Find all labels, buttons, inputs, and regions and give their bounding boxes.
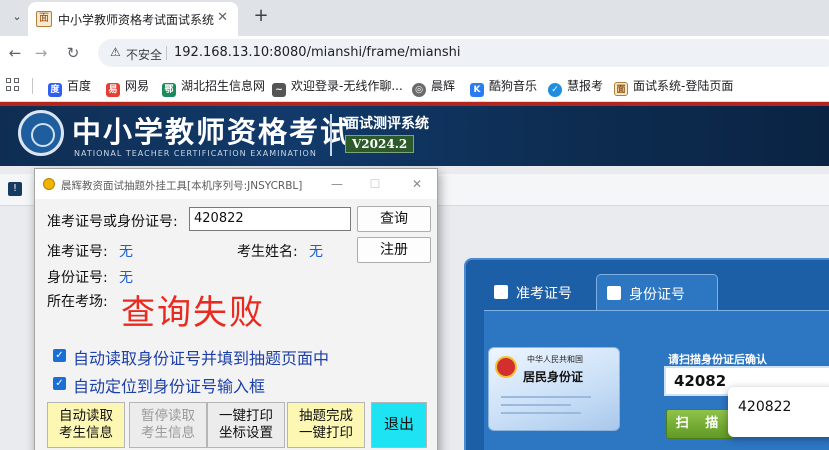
- tab-ticket-number[interactable]: 准考证号: [484, 274, 606, 310]
- banner-divider: [330, 114, 332, 156]
- register-button[interactable]: 注册: [357, 237, 431, 263]
- idcard-line: [501, 404, 571, 406]
- banner-title: 中小学教师资格考试: [72, 115, 352, 149]
- minimize-icon[interactable]: —: [327, 175, 347, 193]
- bookmark-kugou[interactable]: K 酷狗音乐: [470, 77, 537, 97]
- print-setup-button[interactable]: 一键打印 坐标设置: [207, 402, 285, 448]
- auto-fill-label: 自动读取身份证号并填到抽题页面中: [73, 349, 330, 368]
- tab-title: 中小学教师资格考试面试系统: [58, 13, 215, 27]
- dialog-titlebar[interactable]: 晨辉教资面试抽题外挂工具[本机序列号:JNSYCRBL] — ☐ ✕: [35, 169, 437, 199]
- tab-id-checkbox[interactable]: [607, 286, 621, 300]
- scan-hint: 请扫描身份证后确认: [668, 353, 767, 366]
- bookmark-hubei[interactable]: 鄂湖北招生信息网: [162, 77, 265, 97]
- query-label: 准考证号或身份证号:: [47, 214, 178, 230]
- id-card-illustration: 中华人民共和国 居民身份证: [488, 347, 620, 431]
- id-label: 身份证号:: [47, 270, 108, 286]
- back-icon[interactable]: ←: [4, 42, 26, 64]
- name-value: 无: [309, 244, 323, 260]
- app-logo-icon: [43, 178, 55, 190]
- checkbox-checked-icon[interactable]: ✓: [53, 377, 66, 390]
- new-tab-button[interactable]: +: [248, 4, 274, 30]
- exam-emblem-icon: [18, 110, 64, 156]
- idcard-country: 中华人民共和国: [527, 355, 583, 364]
- bookmarks-divider: [32, 78, 33, 94]
- auto-focus-label: 自动定位到身份证号输入框: [73, 377, 266, 396]
- bookmark-netease[interactable]: 易网易: [106, 77, 149, 97]
- ticket-label: 准考证号:: [47, 244, 108, 260]
- notice-icon: !: [8, 182, 22, 196]
- version-badge: V2024.2: [345, 135, 415, 153]
- checkbox-checked-icon[interactable]: ✓: [53, 349, 66, 362]
- bookmark-interview-login[interactable]: 面面试系统-登陆页面: [614, 77, 733, 96]
- tab-id-label: 身份证号: [629, 287, 685, 303]
- baidu-icon: 度: [48, 83, 62, 97]
- netease-icon: 易: [106, 83, 120, 97]
- tool-dialog: 晨辉教资面试抽题外挂工具[本机序列号:JNSYCRBL] — ☐ ✕ 准考证号或…: [34, 168, 438, 450]
- security-label[interactable]: 不安全: [126, 46, 162, 63]
- apps-grid-icon[interactable]: [6, 78, 20, 92]
- kugou-icon: K: [470, 83, 484, 97]
- banner-subtitle: NATIONAL TEACHER CERTIFICATION EXAMINATI…: [74, 149, 317, 158]
- warning-icon[interactable]: ⚠: [110, 45, 121, 59]
- scan-button[interactable]: 扫 描: [666, 409, 734, 439]
- bookmark-huibaokao[interactable]: ✓ 慧报考: [548, 77, 603, 97]
- browser-tab[interactable]: 面 中小学教师资格考试面试系统 ✕: [28, 2, 238, 36]
- status-message: 查询失败: [121, 293, 265, 333]
- tab-close-icon[interactable]: ✕: [217, 10, 228, 25]
- auto-fill-option[interactable]: ✓ 自动读取身份证号并填到抽题页面中: [53, 345, 393, 368]
- tab-search-icon[interactable]: ⌄: [6, 6, 28, 28]
- pause-read-button[interactable]: 暂停读取 考生信息: [129, 402, 207, 448]
- dialog-title: 晨辉教资面试抽题外挂工具[本机序列号:JNSYCRBL]: [61, 180, 303, 192]
- query-button[interactable]: 查询: [357, 206, 431, 232]
- browser-navbar: ← → ↻ ⚠ 不安全 192.168.13.10:8080/mianshi/f…: [0, 36, 829, 70]
- bookmark-baidu[interactable]: 度百度: [48, 77, 91, 97]
- idcard-title: 居民身份证: [523, 370, 584, 384]
- url-text[interactable]: 192.168.13.10:8080/mianshi/frame/mianshi: [174, 45, 460, 60]
- maximize-icon[interactable]: ☐: [365, 175, 385, 193]
- tab-favicon-icon: 面: [36, 11, 52, 27]
- idcard-line: [501, 412, 581, 414]
- browser-tabstrip: ⌄ 面 中小学教师资格考试面试系统 ✕ +: [0, 0, 829, 36]
- name-label: 考生姓名:: [237, 244, 298, 260]
- query-input[interactable]: 420822: [189, 207, 351, 231]
- finish-print-button[interactable]: 抽题完成 一键打印: [287, 402, 365, 448]
- auto-read-button[interactable]: 自动读取 考生信息: [47, 402, 125, 448]
- wireless-icon: ~: [272, 83, 286, 97]
- system-name: 面试测评系统: [345, 116, 429, 132]
- exit-button[interactable]: 退出: [371, 402, 427, 448]
- bookmark-chenhui[interactable]: ◎ 晨辉: [412, 77, 455, 97]
- chenhui-icon: ◎: [412, 83, 426, 97]
- reload-icon[interactable]: ↻: [62, 42, 84, 64]
- national-emblem-icon: [495, 356, 517, 378]
- auto-focus-option[interactable]: ✓ 自动定位到身份证号输入框: [53, 373, 393, 396]
- system-banner: 中小学教师资格考试 NATIONAL TEACHER CERTIFICATION…: [0, 102, 829, 166]
- tab-ticket-label: 准考证号: [516, 286, 572, 302]
- tab-ticket-checkbox[interactable]: [494, 285, 508, 299]
- bookmark-wireless[interactable]: ~ 欢迎登录-无线作聊...: [272, 77, 403, 97]
- tab-id-number[interactable]: 身份证号: [596, 274, 718, 310]
- interview-system-icon: 面: [614, 82, 628, 96]
- ticket-value: 无: [119, 244, 133, 260]
- banner-top-stripe: [0, 102, 829, 106]
- bookmarks-bar: 度百度 易网易 鄂湖北招生信息网 ~ 欢迎登录-无线作聊... ◎ 晨辉 K 酷狗音乐…: [0, 70, 829, 102]
- id-value: 无: [119, 270, 133, 286]
- location-label: 所在考场:: [47, 294, 108, 310]
- close-icon[interactable]: ✕: [407, 175, 427, 193]
- huibaokao-icon: ✓: [548, 83, 562, 97]
- omnibox-divider: [166, 46, 167, 60]
- hubei-icon: 鄂: [162, 83, 176, 97]
- forward-icon[interactable]: →: [30, 42, 52, 64]
- idcard-line: [501, 396, 591, 398]
- address-bar[interactable]: ⚠ 不安全 192.168.13.10:8080/mianshi/frame/m…: [98, 39, 829, 67]
- autocomplete-suggestion[interactable]: 420822: [728, 387, 829, 437]
